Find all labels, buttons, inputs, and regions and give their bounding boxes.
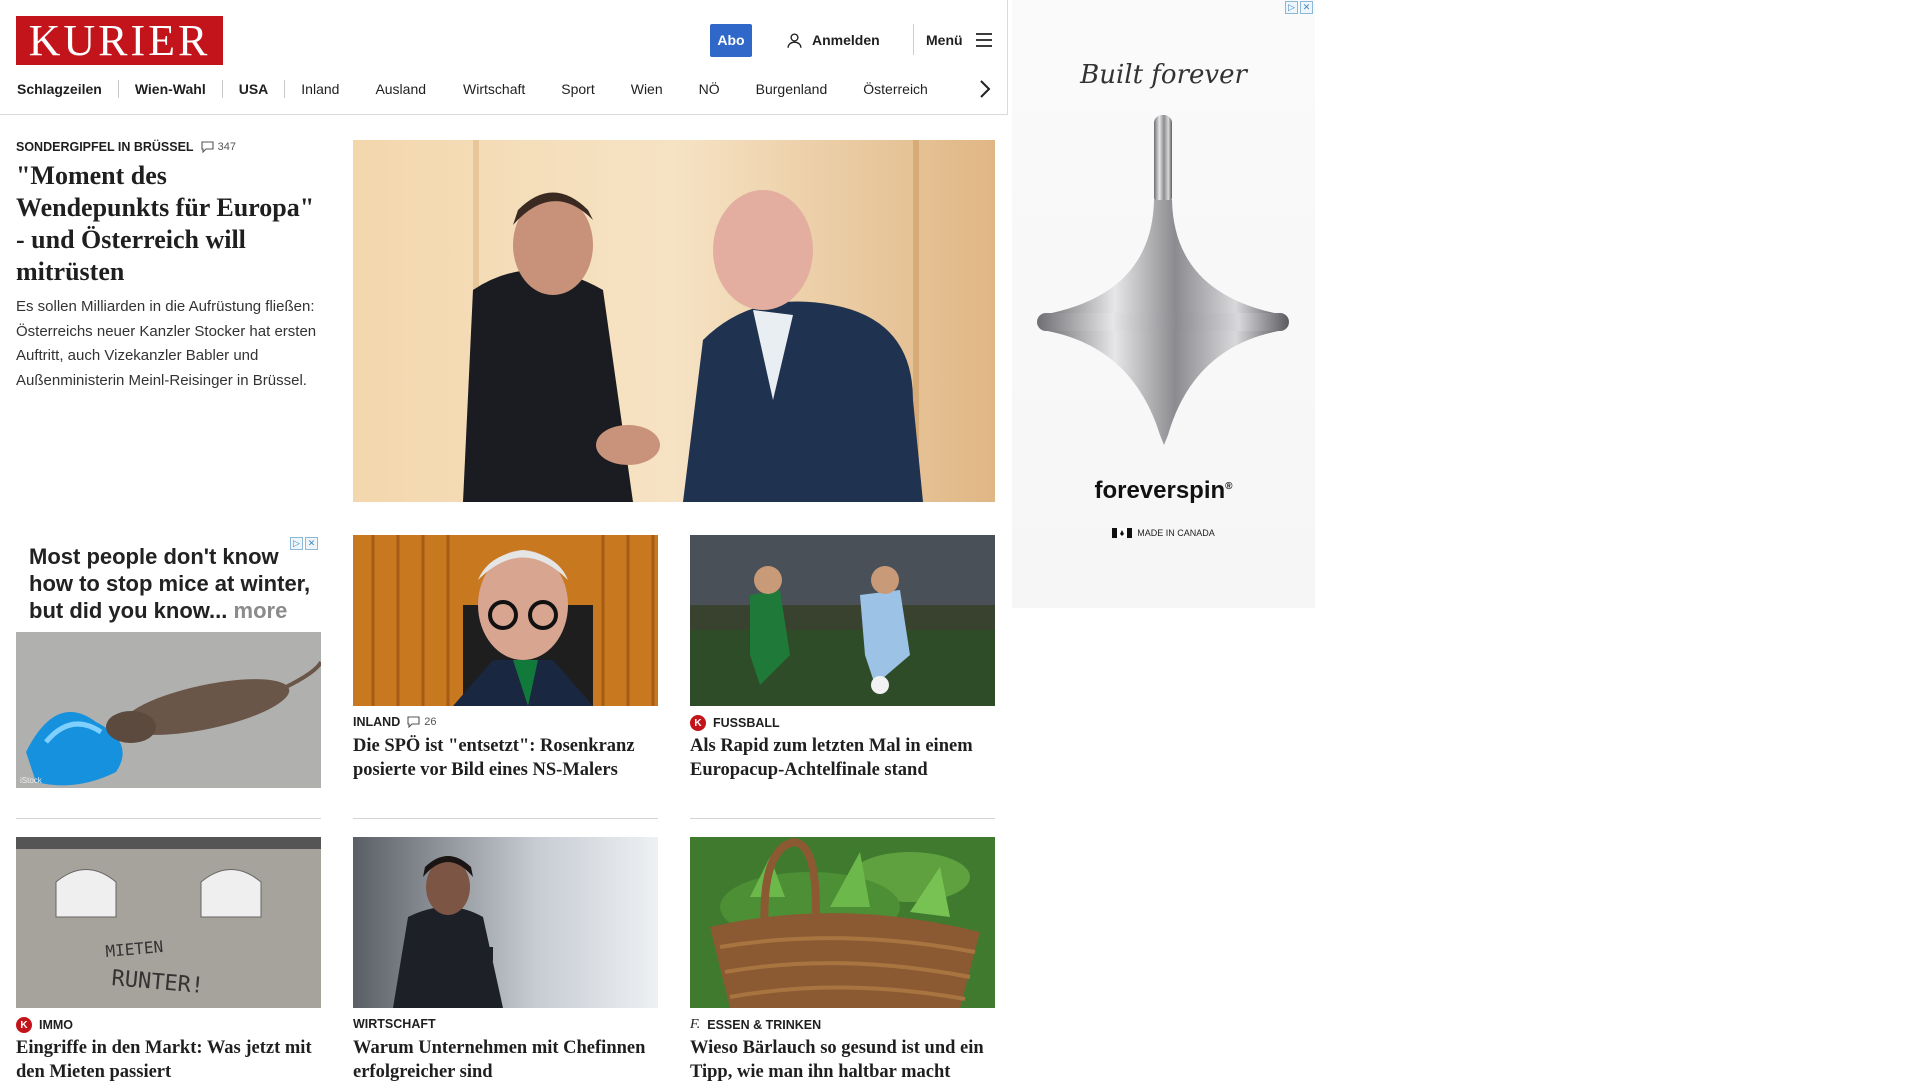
nav-item-oesterreich[interactable]: Österreich [863, 81, 928, 97]
card-image-wirtschaft[interactable] [353, 837, 658, 1008]
comment-icon [201, 141, 214, 153]
ad-mice[interactable]: ▷ ✕ Most people don't know how to stop m… [16, 535, 321, 788]
close-icon[interactable]: ✕ [1300, 1, 1313, 14]
hero-comment-number: 347 [217, 141, 236, 153]
menu-button[interactable]: Menü [926, 28, 993, 52]
nav-divider [117, 80, 119, 98]
ad-choices[interactable]: ▷ ✕ [1285, 1, 1313, 14]
abo-button[interactable]: Abo [710, 24, 752, 57]
ad-mice-headline[interactable]: Most people don't know how to stop mice … [29, 543, 324, 624]
kurier-logo[interactable]: KURIER [16, 16, 223, 65]
nav-item-wirtschaft[interactable]: Wirtschaft [463, 81, 525, 97]
nav-item-sport[interactable]: Sport [561, 81, 594, 97]
card-comment-number: 26 [424, 716, 437, 728]
adchoices-icon[interactable]: ▷ [1285, 1, 1298, 14]
card-kicker-label: FUSSBALL [713, 716, 780, 730]
card-kicker-label: IMMO [39, 1018, 74, 1032]
login-label: Anmelden [812, 32, 880, 48]
card-image-fussball[interactable] [690, 535, 995, 706]
nav-item-burgenland[interactable]: Burgenland [756, 81, 828, 97]
card-kicker-label: WIRTSCHAFT [353, 1017, 436, 1031]
card-divider [353, 818, 658, 819]
ad-script-text: Built forever [1080, 60, 1247, 90]
comment-icon [407, 716, 420, 728]
hero-kicker[interactable]: SONDERGIPFEL IN BRÜSSEL 347 [16, 140, 236, 154]
card-divider [16, 818, 321, 819]
hero-kicker-label: SONDERGIPFEL IN BRÜSSEL [16, 140, 194, 154]
card-kicker-wirtschaft[interactable]: WIRTSCHAFT [353, 1017, 436, 1031]
card-kicker-immo[interactable]: K IMMO [16, 1017, 73, 1033]
spinning-top-image [1037, 115, 1289, 445]
nav-item-wien-wahl[interactable]: Wien-Wahl [135, 81, 206, 97]
fork-icon: f. [690, 1017, 701, 1032]
card-title-essen[interactable]: Wieso Bärlauch so gesund ist und ein Tip… [690, 1036, 1000, 1084]
user-icon [787, 32, 802, 48]
nav-divider [221, 80, 223, 98]
ad-brand: foreverspin® [1012, 477, 1315, 505]
ad-sidebar[interactable]: ▷ ✕ Built forever foreverspin® MADE IN C… [1012, 0, 1315, 608]
ad-mice-image-caption: iStock [20, 776, 42, 785]
kurier-k-icon: K [16, 1017, 32, 1033]
card-kicker-label: ESSEN & TRINKEN [707, 1018, 822, 1032]
card-title-immo[interactable]: Eingriffe in den Markt: Was jetzt mit de… [16, 1036, 326, 1084]
ad-made-label: MADE IN CANADA [1137, 528, 1215, 538]
nav-item-ausland[interactable]: Ausland [375, 81, 426, 97]
card-kicker-inland[interactable]: INLAND 26 [353, 715, 436, 729]
menu-label: Menü [926, 32, 963, 48]
card-divider [690, 818, 995, 819]
hero-teaser[interactable]: Es sollen Milliarden in die Aufrüstung f… [16, 295, 326, 393]
hero-image[interactable] [353, 140, 995, 502]
nav-item-inland[interactable]: Inland [301, 81, 339, 97]
hero-comment-count[interactable]: 347 [201, 141, 236, 153]
card-kicker-label: INLAND [353, 715, 401, 729]
login-button[interactable]: Anmelden [786, 28, 880, 52]
registered-icon: ® [1225, 481, 1233, 492]
ad-made-in: MADE IN CANADA [1012, 528, 1315, 538]
hamburger-icon [975, 33, 992, 47]
card-kicker-essen[interactable]: f. ESSEN & TRINKEN [690, 1017, 821, 1033]
section-nav: Schlagzeilen Wien-Wahl USA Inland Auslan… [17, 76, 928, 102]
hero-title[interactable]: "Moment des Wendepunkts für Europa" - un… [16, 160, 326, 288]
ad-brand-name: foreverspin [1094, 477, 1226, 504]
header-divider [913, 24, 914, 55]
card-image-inland[interactable] [353, 535, 658, 706]
site-header: KURIER Abo Anmelden Menü Schlagzeilen Wi… [0, 0, 1008, 115]
card-title-inland[interactable]: Die SPÖ ist "entsetzt": Rosenkranz posie… [353, 734, 663, 782]
ad-mice-image[interactable]: iStock [16, 632, 321, 788]
nav-divider [284, 80, 286, 98]
card-comment-count[interactable]: 26 [407, 716, 436, 728]
kurier-k-icon: K [690, 715, 706, 731]
nav-item-noe[interactable]: NÖ [699, 81, 720, 97]
nav-item-wien[interactable]: Wien [631, 81, 663, 97]
nav-item-usa[interactable]: USA [239, 81, 269, 97]
card-image-essen[interactable] [690, 837, 995, 1008]
nav-item-schlagzeilen[interactable]: Schlagzeilen [17, 81, 102, 97]
card-image-immo[interactable]: MIETEN RUNTER! [16, 837, 321, 1008]
card-title-wirtschaft[interactable]: Warum Unternehmen mit Chefinnen erfolgre… [353, 1036, 663, 1084]
card-kicker-fussball[interactable]: K FUSSBALL [690, 715, 780, 731]
ad-mice-more-link[interactable]: more [234, 598, 288, 623]
card-title-fussball[interactable]: Als Rapid zum letzten Mal in einem Europ… [690, 734, 1000, 782]
canada-flag-icon [1112, 528, 1133, 538]
chevron-right-icon[interactable] [978, 78, 992, 100]
